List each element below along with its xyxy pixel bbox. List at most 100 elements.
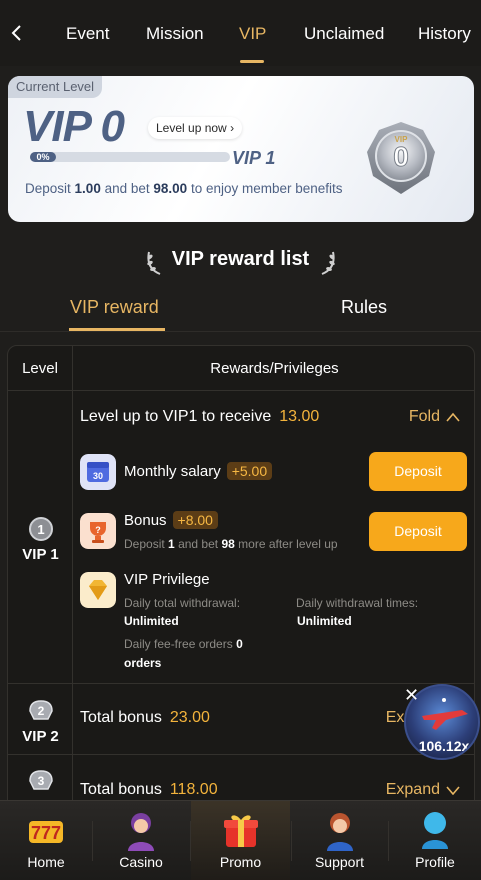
row-divider: [8, 683, 474, 684]
vip3-level-number: 3: [38, 774, 45, 788]
top-nav: Event Mission VIP Unclaimed History: [0, 0, 481, 66]
bonus-note-bet: 98: [221, 537, 235, 551]
bonus-label: Bonus +8.00: [124, 511, 218, 529]
bonus-note-c: more after level up: [238, 537, 338, 551]
header-rewards: Rewards/Privileges: [210, 360, 339, 377]
nav-home-label: Home: [27, 854, 65, 870]
nav-support-label: Support: [314, 854, 365, 870]
salary-deposit-button[interactable]: Deposit: [369, 452, 467, 491]
chevron-right-icon: ›: [230, 121, 235, 135]
bonus-value: +8.00: [172, 511, 218, 529]
vip1-title-text: Level up to VIP1 to receive: [80, 408, 272, 425]
withdrawal-times-value: Unlimited: [297, 614, 352, 628]
nav-promo[interactable]: Promo: [191, 801, 290, 880]
vip2-level-label: VIP 2: [22, 728, 59, 745]
bonus-note-deposit: 1: [168, 537, 175, 551]
tab-event[interactable]: Event: [66, 24, 109, 44]
level-up-label: Level up now: [156, 121, 227, 135]
vip1-level-icon: 1: [29, 517, 53, 541]
bonus-note-a: Deposit: [124, 537, 165, 551]
vip1-level-label: VIP 1: [22, 546, 59, 563]
bet-amount: 98.00: [153, 181, 188, 196]
current-level-tag: Current Level: [8, 76, 103, 98]
profile-icon: [422, 812, 448, 849]
salary-name: Monthly salary: [124, 463, 221, 480]
deposit-prefix: Deposit: [25, 181, 71, 196]
multiplier-value: 106.12x: [418, 738, 470, 754]
deposit-amount: 1.00: [74, 181, 101, 196]
subtab-rules[interactable]: Rules: [341, 297, 387, 318]
deposit-suffix: to enjoy member benefits: [190, 181, 343, 196]
row-divider: [8, 754, 474, 755]
svg-text:777: 777: [31, 823, 61, 843]
fee-free-unit: orders: [124, 656, 162, 670]
fee-free-label: Daily fee-free orders 0: [124, 637, 243, 651]
nav-home[interactable]: 777 Home: [0, 801, 92, 880]
chevron-left-icon: [11, 25, 21, 41]
withdrawal-times-label: Daily withdrawal times:: [296, 596, 419, 610]
vip3-expand-toggle[interactable]: Expand: [386, 781, 460, 799]
reward-list-title: VIP reward list: [171, 248, 310, 270]
tab-unclaimed[interactable]: Unclaimed: [304, 24, 384, 44]
vip2-level-number: 2: [38, 704, 45, 718]
progress-percent: 0%: [30, 152, 56, 162]
vip2-amount: 23.00: [169, 709, 210, 726]
bottom-nav: 777 Home Casino Promo Support Profile: [0, 800, 481, 880]
nav-profile-label: Profile: [415, 854, 455, 870]
chevron-up-icon: [446, 412, 460, 422]
vip3-row-title: Total bonus 118.00: [80, 781, 218, 799]
back-button[interactable]: [6, 20, 26, 46]
vip1-fold-toggle[interactable]: Fold: [409, 408, 460, 426]
nav-casino[interactable]: Casino: [93, 801, 189, 880]
bet-prefix: and bet: [104, 181, 150, 196]
trophy-icon: ?: [80, 513, 116, 549]
chevron-down-icon: [446, 786, 460, 795]
vip2-level-icon: 2: [29, 700, 53, 720]
bonus-name: Bonus: [124, 512, 167, 529]
vip-reward-table: Level Rewards/Privileges 1 VIP 1 Level u…: [7, 345, 475, 865]
fold-label: Fold: [408, 408, 440, 425]
header-level: Level: [8, 346, 73, 391]
withdrawal-label: Daily total withdrawal:: [124, 596, 241, 610]
bonus-deposit-button[interactable]: Deposit: [369, 512, 467, 551]
gift-icon: [223, 815, 258, 847]
table-header: Level Rewards/Privileges: [8, 346, 474, 391]
withdrawal-value: Unlimited: [124, 614, 179, 628]
vip1-amount: 13.00: [279, 408, 320, 425]
nav-promo-label: Promo: [219, 854, 262, 870]
vip1-level-number: 1: [37, 522, 44, 537]
current-level-card: Current Level VIP 0 Level up now › 0% VI…: [8, 76, 474, 222]
slot-777-icon: 777: [29, 821, 63, 843]
expand-label: Expand: [385, 781, 440, 798]
active-tab-indicator: [240, 60, 264, 63]
vip-privilege-label: VIP Privilege: [124, 571, 210, 588]
vip3-level-icon: 3: [29, 770, 53, 790]
laurel-right-icon: [321, 251, 335, 275]
fee-free-value: 0: [236, 637, 243, 651]
svg-text:?: ?: [95, 525, 101, 535]
nav-casino-label: Casino: [119, 854, 163, 870]
fee-free-text: Daily fee-free orders: [124, 637, 233, 651]
vip3-title-text: Total bonus: [80, 781, 162, 798]
tab-mission[interactable]: Mission: [146, 24, 204, 44]
tab-history[interactable]: History: [418, 24, 471, 44]
bonus-requirement: Deposit 1 and bet 98 more after level up: [124, 537, 338, 551]
vip-badge-icon: VIP 0: [367, 122, 435, 194]
support-agent-icon: [326, 813, 353, 851]
level-up-button[interactable]: Level up now ›: [148, 117, 243, 139]
deposit-requirement: Deposit 1.00 and bet 98.00 to enjoy memb…: [25, 181, 343, 196]
vip3-amount: 118.00: [169, 781, 218, 798]
calendar-day: 30: [93, 471, 103, 481]
tab-vip[interactable]: VIP: [239, 24, 266, 44]
subtab-vip-reward[interactable]: VIP reward: [70, 297, 159, 318]
next-level-label: VIP 1: [232, 148, 276, 168]
diamond-icon: [80, 572, 116, 608]
vip2-title-text: Total bonus: [80, 709, 162, 726]
nav-profile[interactable]: Profile: [389, 801, 481, 880]
close-icon[interactable]: ✕: [404, 686, 422, 704]
nav-support[interactable]: Support: [292, 801, 387, 880]
progress-bar: [30, 152, 230, 162]
calendar-icon: 30: [80, 454, 116, 490]
badge-number: 0: [393, 141, 409, 172]
casino-dealer-icon: [128, 813, 154, 851]
